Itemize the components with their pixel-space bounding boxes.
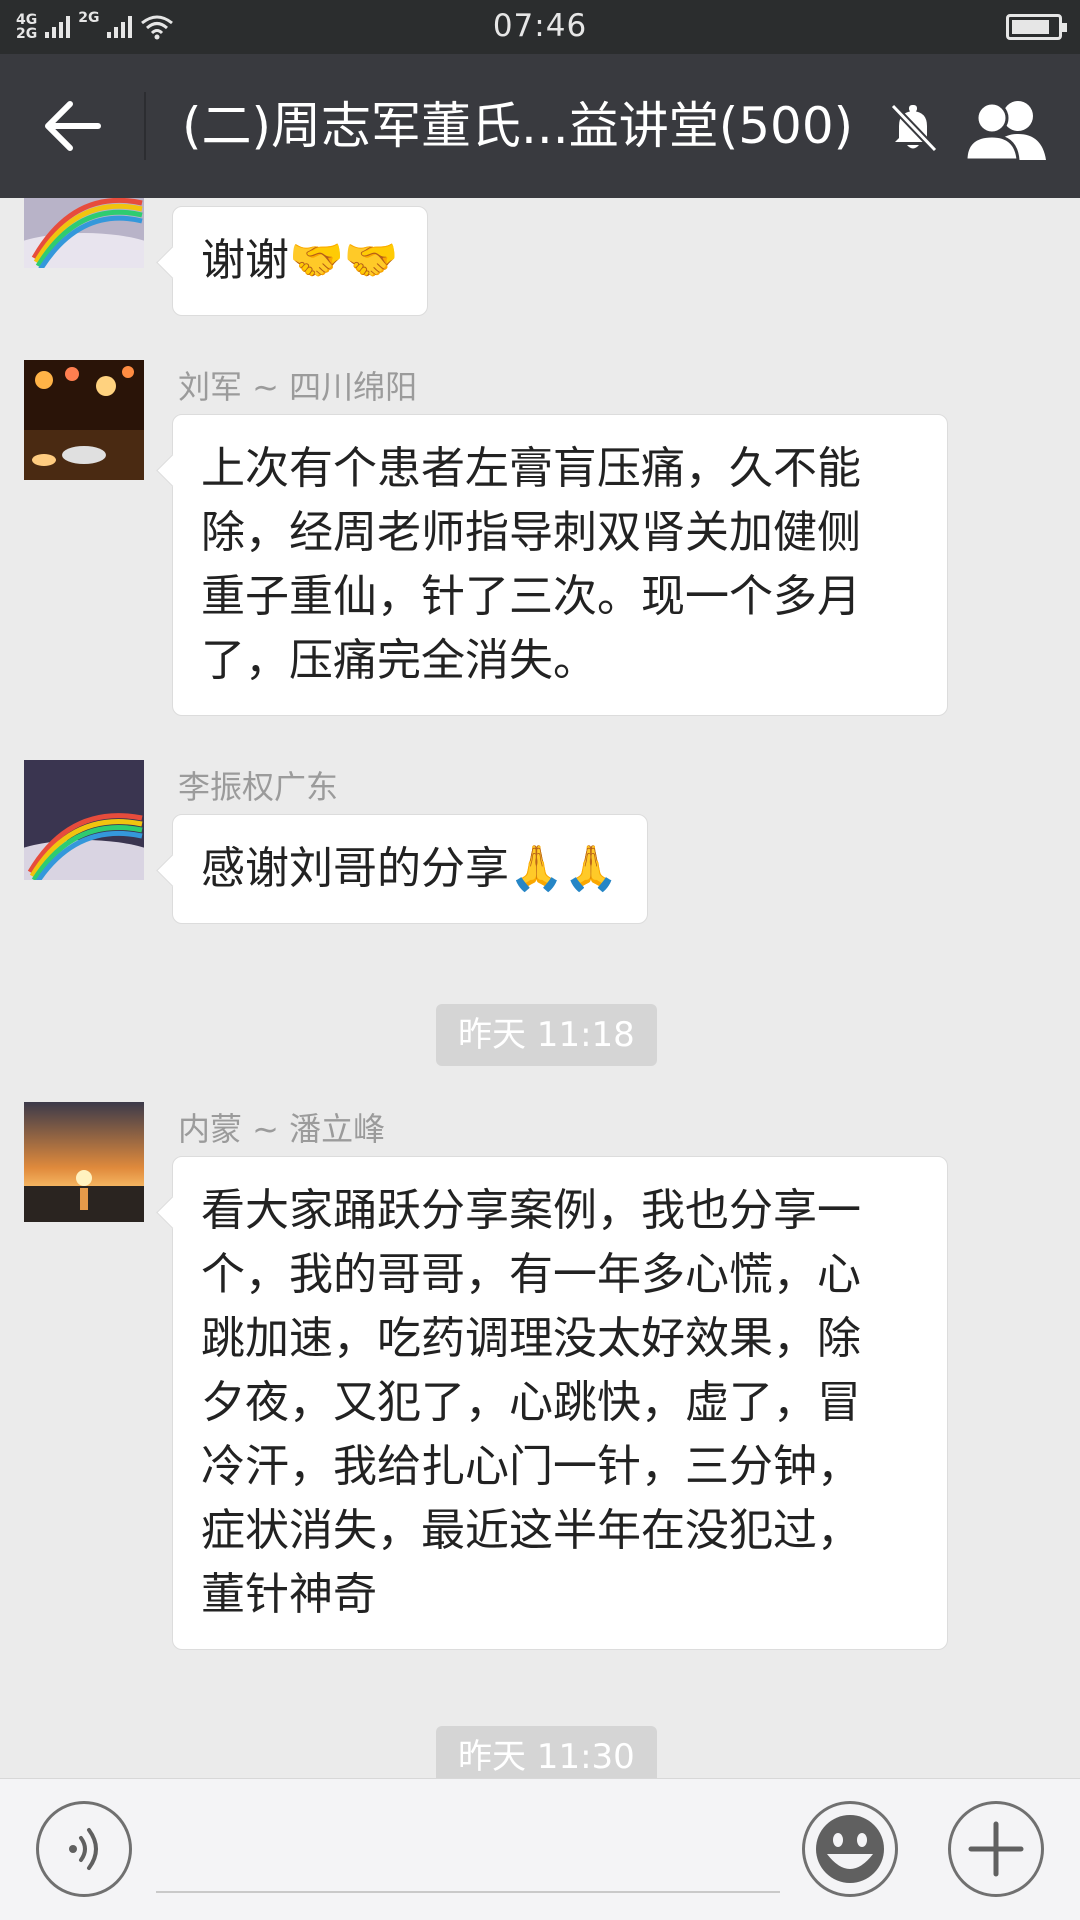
emoji-button[interactable] (802, 1801, 898, 1897)
message-bubble[interactable]: 谢谢🤝🤝 (172, 206, 428, 316)
status-bar: 4G 2G 2G 07:46 (0, 0, 1080, 54)
handshake-emoji: 🤝🤝 (289, 235, 399, 286)
message-line: 除，经周老师指导刺双肾关加健侧 (201, 507, 861, 558)
status-clock: 07:46 (492, 8, 588, 44)
message-line: 跳加速，吃药调理没太好效果，除 (201, 1313, 861, 1364)
battery-icon (1006, 14, 1067, 40)
sender-name: 内蒙 ~ 潘立峰 (178, 1110, 386, 1148)
avatar[interactable] (24, 198, 144, 268)
message-line: 上次有个患者左膏肓压痛，久不能 (201, 443, 861, 494)
message-text: 感谢刘哥的分享 (201, 843, 509, 894)
avatar[interactable] (24, 1102, 144, 1222)
mute-bell-icon (890, 103, 938, 153)
message-line: 看大家踊跃分享案例，我也分享一 (201, 1185, 861, 1236)
input-bar (0, 1778, 1080, 1920)
rainbow-avatar-image (24, 760, 144, 880)
message-input[interactable] (156, 1807, 780, 1893)
praying-hands-emoji: 🙏🙏 (509, 843, 619, 894)
message-bubble[interactable]: 感谢刘哥的分享🙏🙏 (172, 814, 648, 924)
message-line: 董针神奇 (201, 1569, 377, 1620)
night-street-avatar-image (24, 360, 144, 480)
avatar[interactable] (24, 760, 144, 880)
timestamp-chip: 昨天 11:30 (436, 1726, 657, 1778)
message-bubble[interactable]: 看大家踊跃分享案例，我也分享一 个，我的哥哥，有一年多心慌，心 跳加速，吃药调理… (172, 1156, 948, 1650)
smiley-icon (816, 1815, 884, 1883)
message-bubble[interactable]: 上次有个患者左膏肓压痛，久不能 除，经周老师指导刺双肾关加健侧 重子重仙，针了三… (172, 414, 948, 716)
more-options-button[interactable] (948, 1801, 1044, 1897)
voice-icon (69, 1828, 98, 1870)
plus-icon (968, 1821, 1024, 1877)
chat-area[interactable]: 谢谢🤝🤝 刘军 ~ 四川绵阳 上次有个患者左膏肓压痛，久不能 除，经周老师指导刺… (0, 198, 1080, 1778)
sender-name: 刘军 ~ 四川绵阳 (178, 368, 418, 406)
message-line: 重子重仙，针了三次。现一个多月 (201, 571, 861, 622)
avatar[interactable] (24, 360, 144, 480)
group-members-icon[interactable] (962, 96, 1050, 162)
back-arrow-icon[interactable] (40, 98, 104, 154)
message-line: 症状消失，最近这半年在没犯过， (201, 1505, 861, 1556)
message-line: 了，压痛完全消失。 (201, 635, 597, 686)
rainbow-avatar-image (24, 198, 144, 268)
sender-name: 李振权广东 (178, 768, 339, 806)
chat-title: (二)周志军董氏...益讲堂(500) (182, 97, 854, 155)
voice-toggle-button[interactable] (36, 1801, 132, 1897)
message-line: 夕夜，又犯了，心跳快，虚了，冒 (201, 1377, 861, 1428)
sunset-avatar-image (24, 1102, 144, 1222)
header-divider (144, 92, 146, 160)
message-item: 谢谢🤝🤝 (0, 198, 1080, 328)
chat-header: (二)周志军董氏...益讲堂(500) (0, 54, 1080, 198)
message-text: 谢谢 (201, 235, 289, 286)
message-line: 冷汗，我给扎心门一针，三分钟， (201, 1441, 861, 1492)
timestamp-chip: 昨天 11:18 (436, 1004, 657, 1066)
message-line: 个，我的哥哥，有一年多心慌，心 (201, 1249, 861, 1300)
